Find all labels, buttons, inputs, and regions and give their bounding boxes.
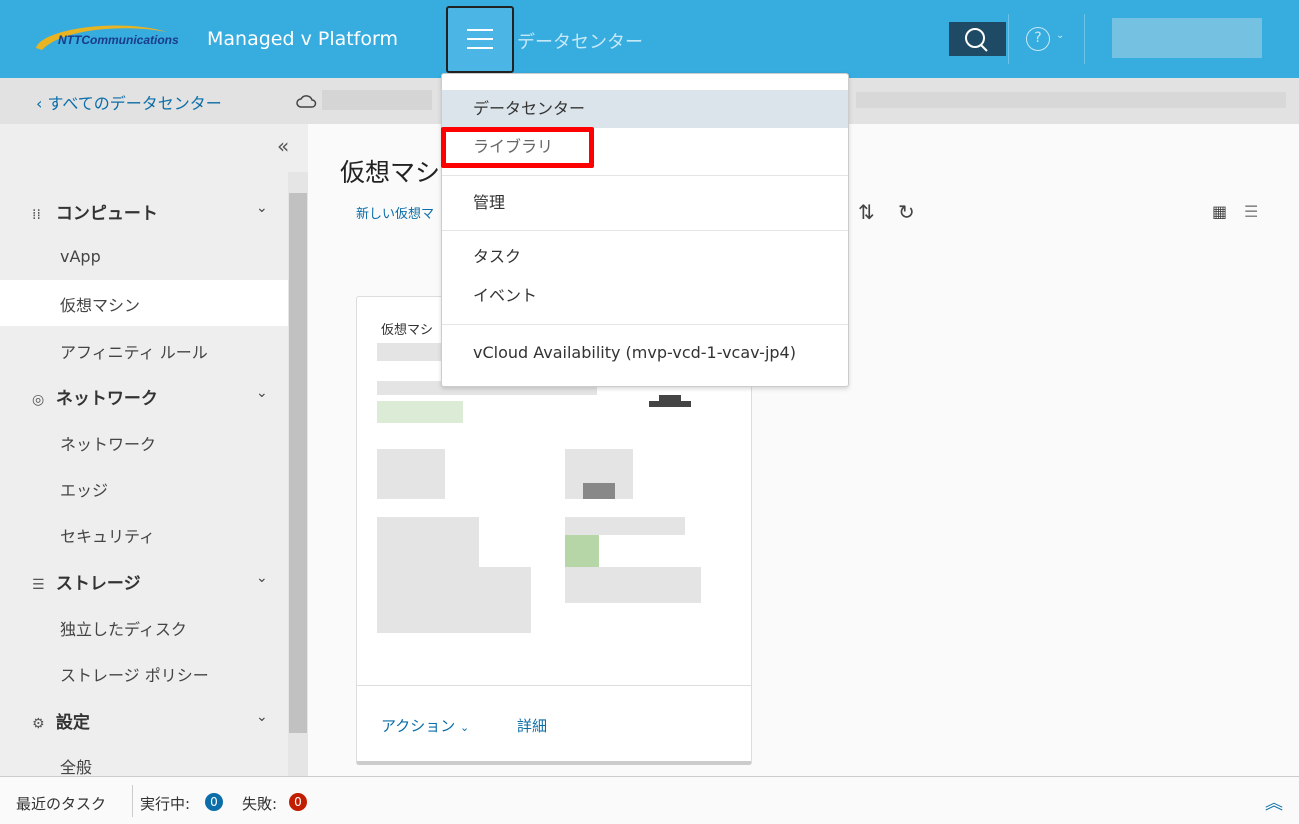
back-to-datacenters-link[interactable]: ‹ すべてのデータセンター [36,90,222,114]
gear-icon: ⚙ [32,716,45,732]
top-header: NTTCommunications Managed v Platform データ… [0,0,1299,78]
ntt-logo[interactable]: NTTCommunications [32,20,192,60]
grid-view-icon[interactable]: ▦ [1212,202,1227,221]
running-label: 実行中: [140,795,191,813]
sidebar-item-disks[interactable]: 独立したディスク [60,616,187,640]
breadcrumb-redacted [856,92,1286,108]
recent-tasks-label[interactable]: 最近のタスク [16,793,106,814]
monitor-icon [643,389,697,407]
chevron-down-icon[interactable]: ⌄ [256,709,268,725]
footer-task-bar: 最近のタスク 実行中: 0 失敗: 0 ︽ [0,776,1299,824]
app-title: Managed v Platform [207,28,398,50]
chevron-down-icon[interactable]: ⌄ [256,570,268,586]
chevron-left-icon: ‹ [36,94,48,113]
highlight-box [441,127,594,168]
card-title: 仮想マシ [381,323,434,338]
sidebar-item-storage-policy[interactable]: ストレージ ポリシー [60,662,209,686]
sidebar-item-affinity[interactable]: アフィニティ ルール [60,339,208,363]
card-footer-divider [357,685,751,686]
menu-item-vcloud-availability[interactable]: vCloud Availability (mvp-vcd-1-vcav-jp4) [442,334,848,372]
menu-item-tasks[interactable]: タスク [442,238,848,276]
user-menu-redacted[interactable] [1112,18,1262,58]
page-title: 仮想マシ [340,158,441,187]
failed-count-badge: 0 [289,793,307,811]
sidebar-item-vm[interactable]: 仮想マシン [60,292,140,316]
sidebar-section-compute[interactable]: ⁞⁞ コンピュート [32,199,158,224]
chevron-down-icon[interactable]: ⌄ [256,200,268,216]
chevron-down-icon[interactable]: ⌄ [256,385,268,401]
active-item-bg [0,280,288,326]
menu-item-events[interactable]: イベント [442,277,848,315]
help-icon[interactable]: ? [1026,27,1050,51]
sidebar-item-general[interactable]: 全般 [60,754,92,778]
database-icon: ☰ [32,577,45,593]
search-icon [965,28,988,52]
scrollbar-thumb[interactable] [289,193,307,733]
sidebar-section-network[interactable]: ◎ ネットワーク [32,384,158,409]
running-count-badge: 0 [205,793,223,811]
new-vm-button[interactable]: 新しい仮想マ [356,203,434,222]
collapse-sidebar-icon[interactable]: « [277,134,289,158]
network-icon: ◎ [32,392,45,408]
refresh-icon[interactable]: ↻ [898,200,915,224]
expand-up-icon[interactable]: ︽ [1265,789,1283,815]
chevron-down-icon: ⌄ [1056,30,1065,41]
list-view-icon[interactable]: ☰ [1244,202,1258,221]
sidebar-section-settings[interactable]: ⚙ 設定 [32,708,90,733]
failed-label: 失敗: [242,795,278,813]
menu-button[interactable] [446,6,514,73]
sidebar-item-vapp[interactable]: vApp [60,247,101,266]
sort-icon[interactable]: ⇅ [858,200,875,224]
menu-item-administration[interactable]: 管理 [442,184,848,222]
search-button[interactable] [949,22,1006,56]
cloud-icon [296,95,317,108]
menu-item-datacenter[interactable]: データセンター [442,90,848,128]
card-actions-button[interactable]: アクション ⌄ [381,715,469,736]
grid-icon: ⁞⁞ [32,207,41,223]
navigation-dropdown-menu: データセンター ライブラリ 管理 タスク イベント vCloud Availab… [441,73,849,387]
datacenter-name-redacted [322,90,432,110]
chevron-down-icon: ⌄ [460,721,470,734]
card-details-link[interactable]: 詳細 [517,715,547,736]
sidebar-section-storage[interactable]: ☰ ストレージ [32,569,141,594]
sidebar-item-edge[interactable]: エッジ [60,477,108,501]
sidebar-item-security[interactable]: セキュリティ [60,523,155,547]
context-label: データセンター [517,32,643,53]
sidebar-item-networks[interactable]: ネットワーク [60,431,156,455]
